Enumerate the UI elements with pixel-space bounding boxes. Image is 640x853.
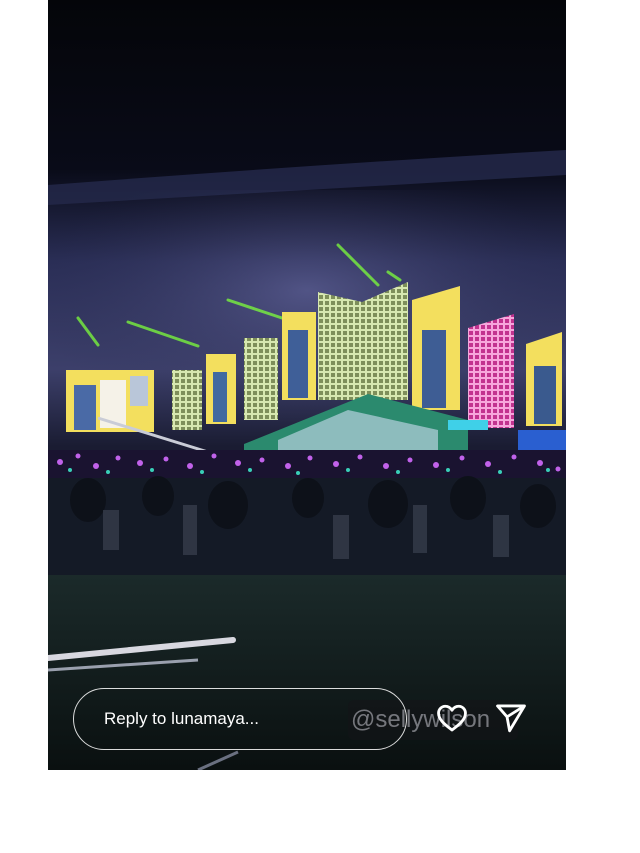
share-button[interactable] [494,701,528,735]
heart-icon [437,704,467,732]
reply-placeholder: Reply to lunamaya... [104,709,259,728]
like-button[interactable] [435,701,469,735]
reply-input[interactable]: Reply to lunamaya... [73,688,407,750]
concert-stage-image [48,0,566,770]
send-icon [496,704,526,733]
story-viewer: @sellywilson Reply to lunamaya... [48,0,566,770]
